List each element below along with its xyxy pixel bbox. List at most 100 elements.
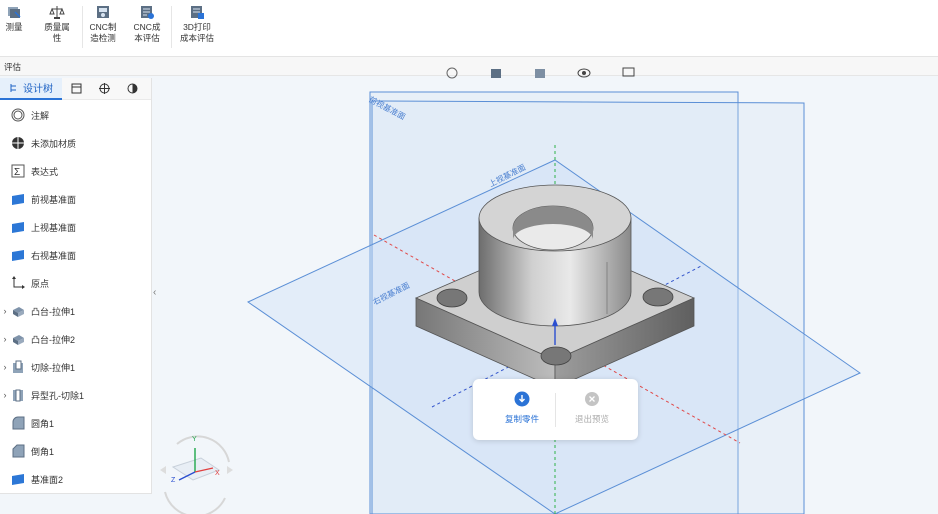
tree-item-label: 异型孔-切除1 xyxy=(31,390,85,401)
expand-arrow-icon[interactable]: › xyxy=(0,390,10,400)
panel-collapse-chevron-icon[interactable]: ‹ xyxy=(153,287,161,301)
sigma-icon: Σ xyxy=(10,163,26,179)
measure-button[interactable]: 测量 xyxy=(2,4,26,33)
monitor-icon xyxy=(622,67,635,77)
plane-icon xyxy=(10,471,26,487)
tree-item-origin[interactable]: 原点 xyxy=(0,272,150,294)
extrude-boss-icon xyxy=(10,331,26,347)
ribbon-separator xyxy=(171,6,172,48)
material-icon xyxy=(10,135,26,151)
visibility-button[interactable] xyxy=(577,66,599,80)
print-cost-label-2: 成本评估 xyxy=(179,33,214,43)
close-circle-icon xyxy=(585,392,599,406)
tab-configuration[interactable] xyxy=(90,78,118,100)
3d-print-cost-icon xyxy=(191,6,204,19)
expand-arrow-icon[interactable]: › xyxy=(0,306,10,316)
plane-icon xyxy=(10,247,26,263)
triad-y-label: Y xyxy=(192,436,197,443)
tree-item-label: 表达式 xyxy=(31,166,59,177)
tab-appearance[interactable] xyxy=(118,78,146,100)
tree-item-annotations[interactable]: 注解 xyxy=(0,104,150,126)
ribbon-toolbar: 测量 质量属 性 CNC制 造检测 CNC成 本评估 3D打印 成本评估 xyxy=(0,0,938,57)
measure-label: 测量 xyxy=(5,22,23,32)
triad-z-label: Z xyxy=(171,477,176,484)
expand-arrow-icon[interactable]: › xyxy=(0,334,10,344)
screen-button[interactable] xyxy=(621,66,643,80)
cube-shaded-icon xyxy=(535,69,545,78)
svg-text:Σ: Σ xyxy=(14,167,20,178)
hole xyxy=(436,288,468,308)
mass-properties-icon xyxy=(49,6,65,19)
tree-item-right-plane[interactable]: 右视基准面 xyxy=(0,244,150,266)
hole-wizard-icon xyxy=(10,387,26,403)
plane-icon xyxy=(10,219,26,235)
cnc-check-label-1: CNC制 xyxy=(89,22,117,32)
tree-item-label: 圆角1 xyxy=(31,418,55,429)
tree-item-front-plane[interactable]: 前视基准面 xyxy=(0,188,150,210)
mass-label-1: 质量属 xyxy=(44,22,70,32)
properties-icon xyxy=(71,83,81,94)
tree-item-boss-extrude2[interactable]: › 凸台-拉伸2 xyxy=(0,328,150,350)
origin-icon xyxy=(10,275,26,291)
tree-item-label: 原点 xyxy=(31,278,50,289)
tree-item-equations[interactable]: Σ 表达式 xyxy=(0,160,150,182)
measure-icon xyxy=(8,7,21,18)
cnc-cost-label-1: CNC成 xyxy=(133,22,161,32)
cnc-cost-label-2: 本评估 xyxy=(134,33,160,43)
appearance-icon xyxy=(127,83,137,94)
triad-x-label: X xyxy=(215,470,220,477)
zoom-fit-button[interactable] xyxy=(445,66,467,80)
cube-icon xyxy=(491,69,501,78)
tree-item-fillet1[interactable]: 圆角1 xyxy=(0,412,150,434)
exit-preview-label: 退出预览 xyxy=(574,414,609,424)
mass-label-2: 性 xyxy=(52,33,62,43)
feature-manager-panel: 设计树 注解 未添加材质 Σ 表达式 前视基准面 上视基准面 右视基准面 原点 xyxy=(0,77,152,494)
zoom-fit-icon xyxy=(446,67,458,79)
hole xyxy=(540,346,572,366)
view-triad[interactable] xyxy=(155,432,237,514)
tree-item-material[interactable]: 未添加材质 xyxy=(0,132,150,154)
annotation-icon xyxy=(10,107,26,123)
extrude-cut-icon xyxy=(10,359,26,375)
tab-evaluate[interactable]: 评估 xyxy=(4,61,21,73)
display-style-button[interactable] xyxy=(533,66,555,80)
tree-item-label: 注解 xyxy=(31,110,50,121)
tree-item-label: 右视基准面 xyxy=(31,250,77,261)
view-toolbar xyxy=(445,66,643,80)
tree-item-plane2[interactable]: 基准面2 xyxy=(0,468,150,490)
3d-print-cost-button[interactable]: 3D打印 成本评估 xyxy=(176,4,218,44)
fillet-icon xyxy=(10,415,26,431)
tab-design-tree[interactable]: 设计树 xyxy=(0,77,62,100)
hole xyxy=(642,287,674,307)
cnc-manufacturing-check-icon xyxy=(97,6,109,18)
tree-item-boss-extrude1[interactable]: › 凸台-拉伸1 xyxy=(0,300,150,322)
cloud-download-icon xyxy=(514,391,530,407)
cnc-cost-button[interactable]: CNC成 本评估 xyxy=(130,4,164,44)
extrude-boss-icon xyxy=(10,303,26,319)
tab-design-tree-label: 设计树 xyxy=(23,84,53,95)
cnc-check-label-2: 造检测 xyxy=(90,33,116,43)
cnc-cost-icon xyxy=(141,6,154,19)
tree-item-label: 切除-拉伸1 xyxy=(31,362,76,373)
tree-item-label: 前视基准面 xyxy=(31,194,77,205)
tree-item-chamfer1[interactable]: 倒角1 xyxy=(0,440,150,462)
copy-part-label: 复制零件 xyxy=(504,414,539,424)
plane-icon xyxy=(10,191,26,207)
tree-item-cut-extrude1[interactable]: › 切除-拉伸1 xyxy=(0,356,150,378)
tree-item-hole-wizard[interactable]: › 异型孔-切除1 xyxy=(0,384,150,406)
eye-icon xyxy=(577,68,591,78)
mass-properties-button[interactable]: 质量属 性 xyxy=(42,4,72,44)
section-view-button[interactable] xyxy=(489,66,511,80)
tree-item-label: 未添加材质 xyxy=(31,138,77,149)
copy-part-button[interactable]: 复制零件 xyxy=(487,391,557,425)
cnc-check-button[interactable]: CNC制 造检测 xyxy=(86,4,120,44)
tree-item-label: 基准面2 xyxy=(31,474,64,485)
tree-item-top-plane[interactable]: 上视基准面 xyxy=(0,216,150,238)
tab-properties[interactable] xyxy=(62,78,90,100)
popup-divider xyxy=(555,393,556,427)
exit-preview-button[interactable]: 退出预览 xyxy=(557,391,627,425)
tree-item-label: 凸台-拉伸1 xyxy=(31,306,76,317)
panel-tabs: 设计树 xyxy=(0,77,151,100)
expand-arrow-icon[interactable]: › xyxy=(0,362,10,372)
chamfer-icon xyxy=(10,443,26,459)
